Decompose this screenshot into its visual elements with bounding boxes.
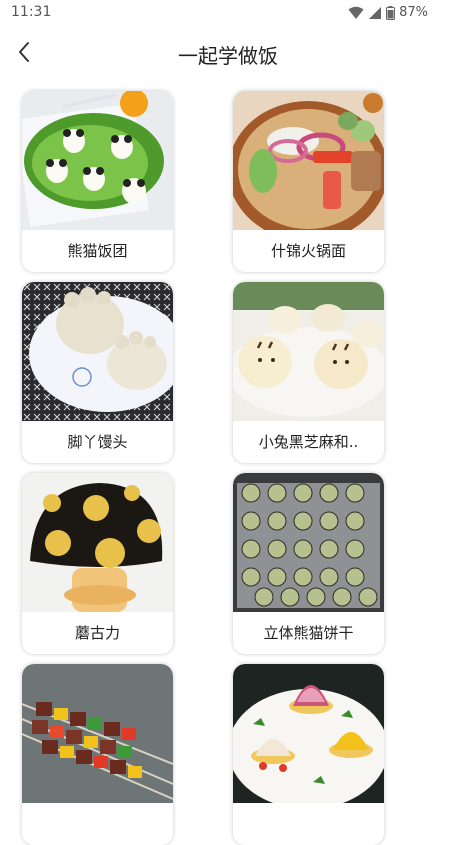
app-bar: 一起学做饭 <box>0 26 456 80</box>
recipe-image <box>22 664 173 803</box>
status-bar: 11:31 87% <box>0 0 456 26</box>
status-icons: 87% <box>348 5 428 20</box>
recipe-title <box>233 803 384 845</box>
battery-icon <box>386 5 396 20</box>
recipe-image <box>22 473 173 612</box>
signal-icon <box>369 6 382 19</box>
page-title: 一起学做饭 <box>178 44 278 68</box>
recipe-image <box>233 473 384 612</box>
recipe-image <box>22 91 173 230</box>
status-time: 11:31 <box>11 4 52 20</box>
recipe-card[interactable]: 立体熊猫饼干 <box>233 473 384 654</box>
recipe-card[interactable]: 蘑古力 <box>22 473 173 654</box>
recipe-title: 脚丫馒头 <box>67 433 128 451</box>
recipe-image <box>22 282 173 421</box>
recipe-card[interactable]: 小兔黑芝麻和.. <box>233 282 384 463</box>
recipe-title: 什锦火锅面 <box>270 242 346 260</box>
recipe-title: 小兔黑芝麻和.. <box>258 433 359 451</box>
recipe-title: 熊猫饭团 <box>67 242 128 260</box>
recipe-card[interactable]: 什锦火锅面 <box>233 91 384 272</box>
recipe-title: 立体熊猫饼干 <box>263 624 354 642</box>
recipe-image <box>233 664 384 803</box>
recipe-title: 蘑古力 <box>74 624 120 642</box>
battery-percent: 87% <box>399 5 428 20</box>
wifi-icon <box>348 6 364 19</box>
recipe-card[interactable] <box>233 664 384 845</box>
recipe-image <box>233 91 384 230</box>
recipe-card[interactable] <box>22 664 173 845</box>
recipe-image <box>233 282 384 421</box>
recipe-card[interactable]: 熊猫饭团 <box>22 91 173 272</box>
recipe-title <box>22 803 173 845</box>
recipe-card[interactable]: 脚丫馒头 <box>22 282 173 463</box>
